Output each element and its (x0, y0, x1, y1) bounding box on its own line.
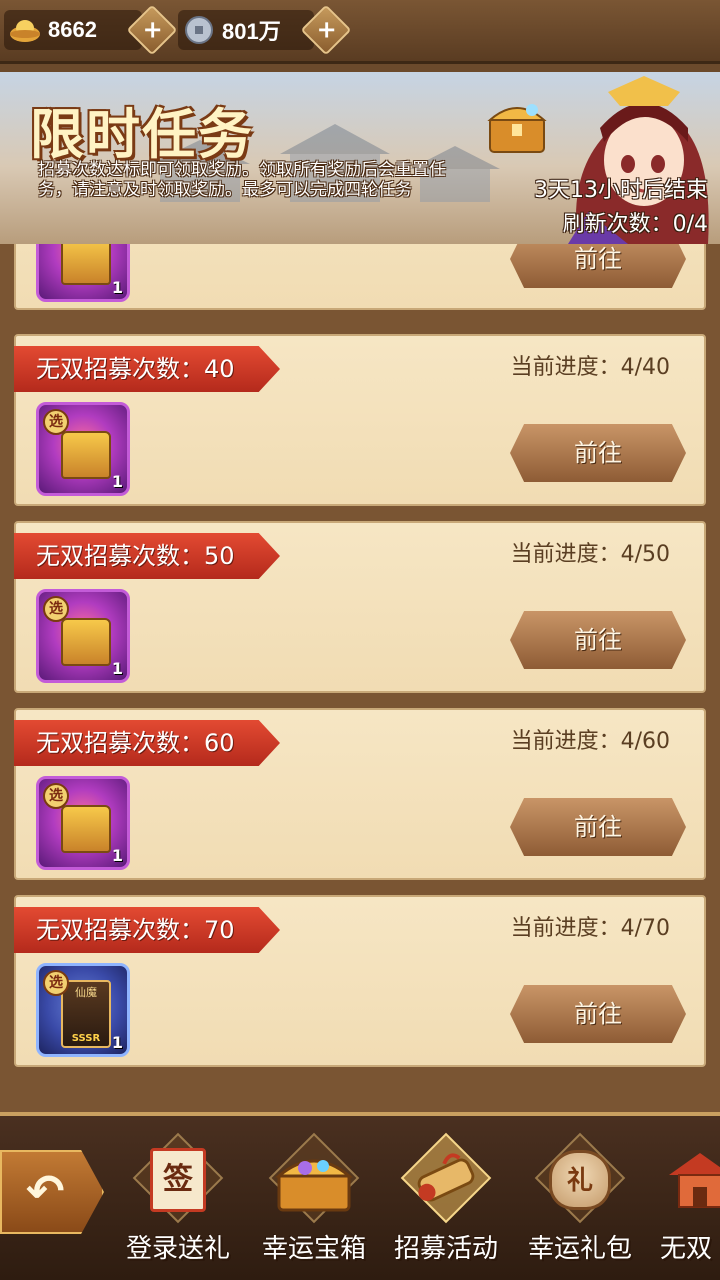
go-button[interactable]: 前往 (510, 798, 686, 856)
select-badge: 选 (43, 409, 69, 435)
nav-label: 登录送礼 (125, 1234, 230, 1264)
back-button[interactable]: ↶ (0, 1150, 104, 1234)
silver-coin-icon (182, 13, 216, 47)
nav-login-gift[interactable]: 签 登录送礼 (118, 1132, 238, 1272)
go-button[interactable]: 前往 (510, 424, 686, 482)
reward-item[interactable]: 选 1 (36, 402, 130, 496)
item-quantity: 1 (111, 472, 123, 491)
silver-display: 801万 (178, 10, 314, 50)
task-progress: 当前进度：4/50 (510, 542, 670, 567)
task-card: 无双招募次数：70 当前进度：4/70 仙魔 SSSR 选 1 前往 (14, 895, 706, 1067)
silver-amount: 801万 (222, 19, 281, 44)
scroll-icon (406, 1140, 486, 1220)
task-requirement-label: 无双招募次数：40 (14, 346, 280, 392)
task-requirement-label: 无双招募次数：60 (14, 720, 280, 766)
reward-item[interactable]: 选 1 (36, 244, 130, 302)
nav-lucky-chest[interactable]: 幸运宝箱 (254, 1132, 374, 1272)
item-quantity: 1 (111, 659, 123, 678)
select-badge: 选 (43, 596, 69, 622)
task-progress: 当前进度：4/60 (510, 729, 670, 754)
banner-title: 限时任务 (30, 102, 254, 166)
select-chest-icon (61, 805, 111, 853)
task-card: 选 1 前往 (14, 244, 706, 310)
gold-ingot-icon (8, 13, 42, 47)
reward-item[interactable]: 仙魔 SSSR 选 1 (36, 963, 130, 1057)
task-progress: 当前进度：4/70 (510, 916, 670, 941)
select-badge: 选 (43, 970, 69, 996)
hero-card-icon: 仙魔 SSSR (61, 980, 111, 1048)
back-arrow-icon: ↶ (26, 1164, 65, 1218)
task-list[interactable]: 选 1 前往 无双招募次数：40 当前进度：4/40 选 1 前往 无双招募次数… (0, 244, 720, 1112)
nav-wushuang[interactable]: 无双 (652, 1132, 720, 1272)
reward-item[interactable]: 选 1 (36, 589, 130, 683)
gift-glyph: 礼 (549, 1150, 611, 1210)
nav-label: 幸运宝箱 (261, 1234, 366, 1264)
select-chest-icon (61, 431, 111, 479)
task-card: 无双招募次数：50 当前进度：4/50 选 1 前往 (14, 521, 706, 693)
go-button[interactable]: 前往 (510, 985, 686, 1043)
item-quantity: 1 (111, 1033, 123, 1052)
nav-recruit-event[interactable]: 招募活动 (386, 1132, 506, 1272)
reward-item[interactable]: 选 1 (36, 776, 130, 870)
treasure-chest-icon (487, 104, 547, 153)
task-card: 无双招募次数：40 当前进度：4/40 选 1 前往 (14, 334, 706, 506)
gold-amount: 8662 (48, 17, 97, 42)
go-button[interactable]: 前往 (510, 244, 686, 288)
item-quantity: 1 (111, 846, 123, 865)
gift-bag-icon: 礼 (540, 1140, 620, 1220)
calendar-glyph: 签 (150, 1148, 206, 1212)
select-chest-icon (61, 618, 111, 666)
task-requirement-label: 无双招募次数：70 (14, 907, 280, 953)
card-faction: 仙魔 (75, 986, 97, 999)
nav-lucky-pack[interactable]: 礼 幸运礼包 (520, 1132, 640, 1272)
nav-label: 无双 (660, 1234, 713, 1264)
task-requirement-label: 无双招募次数：50 (14, 533, 280, 579)
select-badge: 选 (43, 783, 69, 809)
task-card: 无双招募次数：60 当前进度：4/60 选 1 前往 (14, 708, 706, 880)
limited-task-banner: 限时任务 招募次数达标即可领取奖励。领取所有奖励后会重置任务，请注意及时领取奖励… (0, 72, 720, 244)
nav-label: 招募活动 (393, 1234, 498, 1264)
refresh-count: 刷新次数：0/4 (562, 212, 708, 237)
currency-bar: 8662 + 801万 + (0, 0, 720, 64)
banner-description: 招募次数达标即可领取奖励。领取所有奖励后会重置任务，请注意及时领取奖励。最多可以… (38, 160, 446, 200)
nav-label: 幸运礼包 (527, 1234, 632, 1264)
pagoda-icon (660, 1140, 720, 1220)
treasure-chest-icon (274, 1140, 354, 1220)
calendar-sign-icon: 签 (138, 1140, 218, 1220)
item-quantity: 1 (111, 278, 123, 297)
go-button[interactable]: 前往 (510, 611, 686, 669)
bottom-nav: ↶ 签 登录送礼 幸运宝箱 招募活动 礼 幸运礼包 无双 (0, 1112, 720, 1280)
select-chest-icon (61, 244, 111, 285)
card-rank: SSSR (71, 1033, 101, 1044)
task-progress: 当前进度：4/40 (510, 355, 670, 380)
countdown-timer: 3天13小时后结束 (534, 178, 708, 203)
gold-display: 8662 (4, 10, 142, 50)
